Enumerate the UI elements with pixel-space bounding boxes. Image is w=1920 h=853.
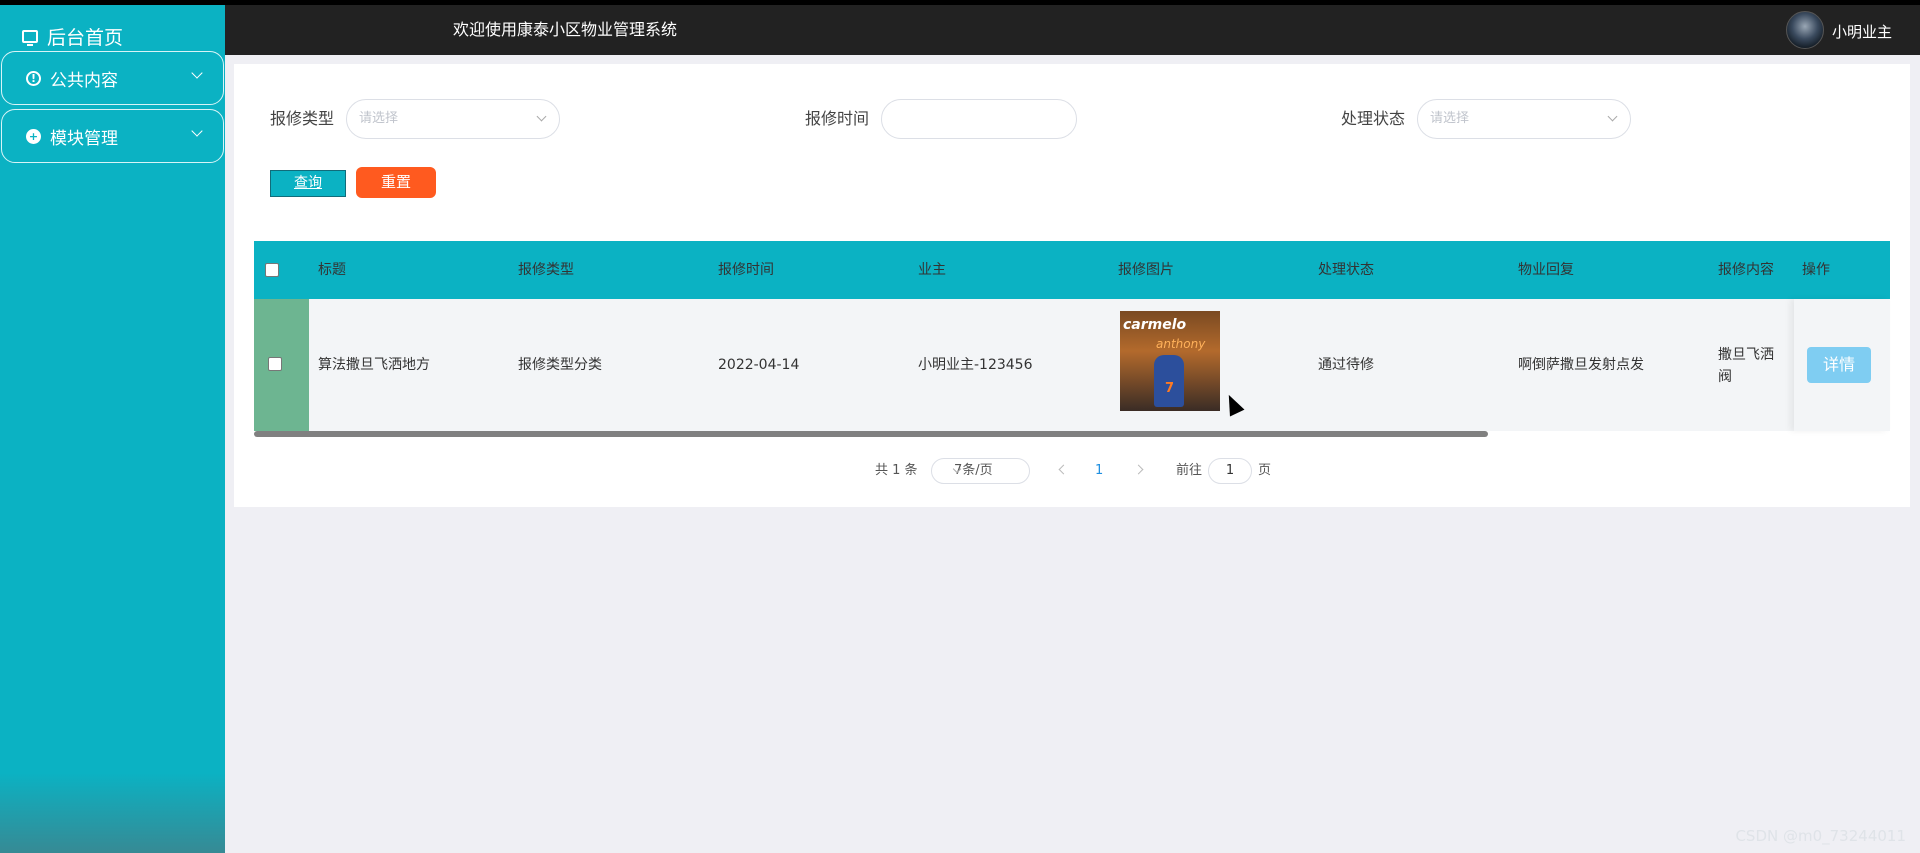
repair-type-placeholder: 请选择 — [359, 111, 399, 126]
cell-type: 报修类型分类 — [518, 357, 602, 373]
column-header: 报修图片 — [1118, 262, 1174, 278]
query-button[interactable]: 查询 — [270, 170, 346, 197]
sidebar-menu-module-management[interactable]: + 模块管理 — [1, 109, 224, 163]
sidebar-item-label: 后台首页 — [47, 26, 124, 49]
repair-time-input[interactable] — [881, 99, 1077, 139]
watermark: CSDN @m0_73244011 — [1735, 827, 1906, 845]
column-header: 报修内容 — [1718, 262, 1774, 278]
detail-button[interactable]: 详情 — [1807, 347, 1871, 383]
chevron-down-icon — [191, 125, 203, 137]
prev-page-icon[interactable] — [1058, 464, 1069, 475]
chevron-down-icon — [191, 67, 203, 79]
cell-reply: 啊倒萨撒旦发射点发 — [1518, 357, 1644, 373]
welcome-title: 欢迎使用康泰小区物业管理系统 — [453, 20, 678, 39]
goto-label: 前往 — [1176, 463, 1203, 478]
sidebar: 后台首页 ! 公共内容 + 模块管理 — [0, 5, 225, 853]
cell-title: 算法撒旦飞洒地方 — [318, 357, 430, 373]
page-size-value: 7条/页 — [954, 463, 993, 478]
column-header: 报修类型 — [518, 262, 574, 278]
select-all-checkbox[interactable] — [265, 263, 279, 277]
page-suffix: 页 — [1258, 463, 1272, 478]
repair-type-label: 报修类型 — [270, 109, 335, 128]
process-status-placeholder: 请选择 — [1430, 111, 1470, 126]
cell-owner: 小明业主-123456 — [918, 357, 1033, 373]
column-header: 操作 — [1802, 262, 1830, 278]
column-header: 物业回复 — [1518, 262, 1574, 278]
row-checkbox[interactable] — [268, 357, 282, 371]
horizontal-scrollbar[interactable] — [254, 431, 1488, 437]
goto-page-input[interactable]: 1 — [1208, 458, 1252, 484]
pagination-total: 共 1 条 — [875, 463, 918, 478]
cell-content-line2: 阀 — [1718, 369, 1732, 385]
pagination: 共 1 条 7条/页 1 前往 1 页 — [234, 456, 1910, 486]
table-row: 算法撒旦飞洒地方 报修类型分类 2022-04-14 小明业主-123456 c… — [254, 299, 1890, 431]
avatar[interactable] — [1786, 11, 1824, 49]
sidebar-item-label: 模块管理 — [50, 128, 118, 149]
table-header: 标题 报修类型 报修时间 业主 报修图片 处理状态 物业回复 报修内容 操作 — [254, 241, 1890, 299]
plus-circle-icon: + — [26, 128, 41, 144]
column-header: 标题 — [318, 262, 346, 278]
cell-time: 2022-04-14 — [718, 357, 800, 373]
repair-image[interactable]: carmelo anthony 7 — [1120, 311, 1220, 411]
next-page-icon[interactable] — [1133, 464, 1144, 475]
main-panel: 报修类型 请选择 报修时间 处理状态 请选择 查询 重置 标题 报修类型 报修时… — [234, 64, 1910, 507]
cell-content-line1: 撒旦飞洒 — [1718, 347, 1774, 363]
chevron-down-icon — [1607, 111, 1618, 122]
image-sub-text: anthony — [1156, 337, 1206, 351]
process-status-label: 处理状态 — [1341, 109, 1406, 128]
sidebar-menu-public-content[interactable]: ! 公共内容 — [1, 51, 224, 105]
column-header: 业主 — [918, 262, 946, 278]
cell-status: 通过待修 — [1318, 357, 1374, 373]
repair-type-select[interactable]: 请选择 — [346, 99, 560, 139]
page-size-select[interactable]: 7条/页 — [931, 458, 1030, 484]
reset-button[interactable]: 重置 — [356, 167, 436, 198]
username[interactable]: 小明业主 — [1832, 5, 1892, 59]
info-icon: ! — [26, 70, 41, 86]
repair-time-label: 报修时间 — [805, 109, 870, 128]
image-brand-text: carmelo — [1123, 317, 1187, 333]
chevron-down-icon — [536, 111, 547, 122]
process-status-select[interactable]: 请选择 — [1417, 99, 1631, 139]
top-header: 欢迎使用康泰小区物业管理系统 小明业主 — [225, 5, 1920, 55]
column-header: 处理状态 — [1318, 262, 1374, 278]
row-select-cell — [254, 299, 309, 431]
column-header: 报修时间 — [718, 262, 774, 278]
current-page[interactable]: 1 — [1095, 456, 1103, 486]
image-jersey-number: 7 — [1165, 381, 1175, 396]
monitor-icon — [22, 29, 38, 46]
sidebar-item-label: 公共内容 — [50, 70, 118, 91]
sidebar-item-home[interactable]: 后台首页 — [22, 21, 123, 51]
